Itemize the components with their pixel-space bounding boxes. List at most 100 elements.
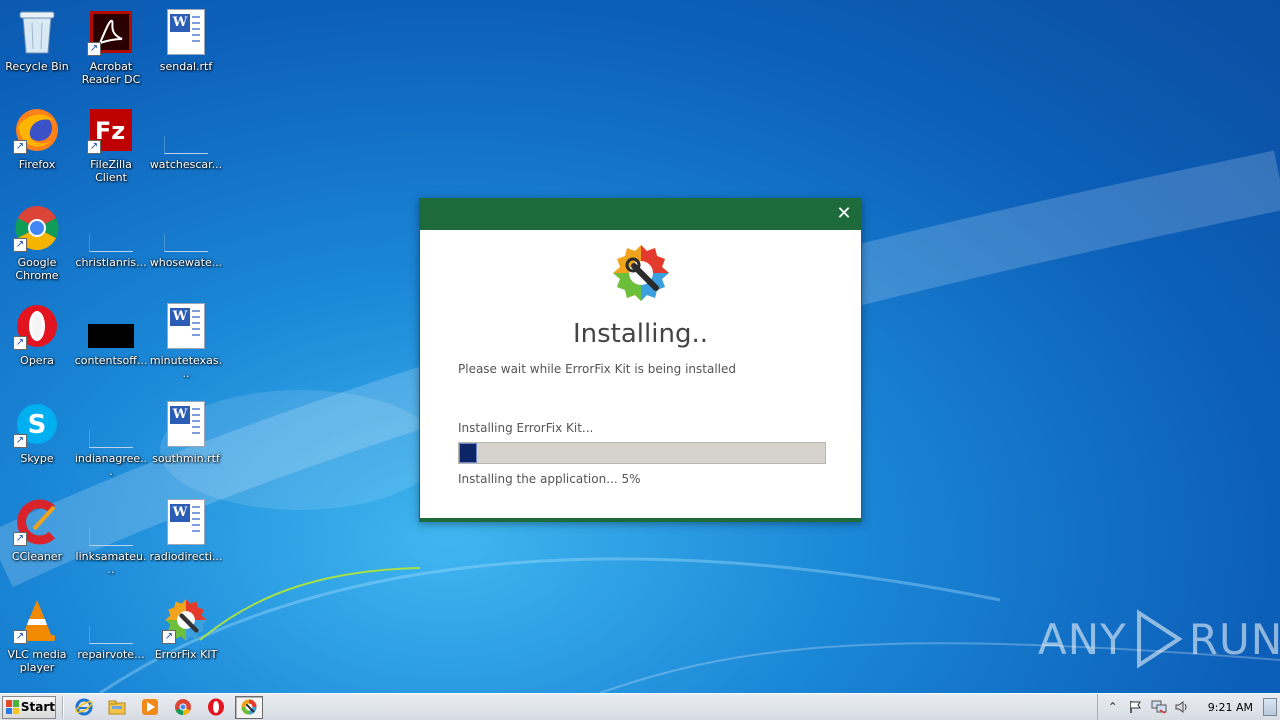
word-document-icon: W xyxy=(162,302,210,350)
taskbar: Start ⌃ 9:21 AM xyxy=(0,693,1280,720)
taskbar-opera-button[interactable] xyxy=(202,696,230,719)
blank-file-icon xyxy=(87,498,135,546)
media-player-icon xyxy=(142,699,158,715)
desktop-icon-sendal[interactable]: W sendal.rtf xyxy=(149,4,223,98)
desktop-icon-label: whosewate... xyxy=(149,256,223,269)
ccleaner-icon: ↗ xyxy=(13,498,61,546)
desktop-icon-label: Google Chrome xyxy=(15,256,59,282)
desktop-icon-label: Acrobat Reader DC xyxy=(81,60,141,86)
desktop-icon-label: Opera xyxy=(20,354,54,367)
desktop-icon-ccleaner[interactable]: ↗ CCleaner xyxy=(0,494,74,588)
desktop-icon-label: watchescar... xyxy=(149,158,223,171)
desktop-icon-label: christianris... xyxy=(75,256,147,269)
desktop-icon-linksamateu[interactable]: linksamateu... xyxy=(74,494,148,588)
desktop-icon-whosewate[interactable]: whosewate... xyxy=(149,200,223,294)
watermark-right: RUN xyxy=(1188,614,1280,664)
desktop-icon-firefox[interactable]: ↗ Firefox xyxy=(0,102,74,196)
shortcut-arrow-icon: ↗ xyxy=(13,630,27,644)
taskbar-separator xyxy=(62,696,64,718)
svg-text:S: S xyxy=(28,410,47,440)
recycle-bin-icon xyxy=(13,8,61,56)
dialog-titlebar[interactable]: ✕ xyxy=(420,199,861,230)
desktop-icon-label: FileZilla Client xyxy=(90,158,132,184)
desktop-icon-chrome[interactable]: ↗ Google Chrome xyxy=(0,200,74,294)
errorfix-gear-icon: ↗ xyxy=(162,596,210,644)
desktop-icon-skype[interactable]: S ↗ Skype xyxy=(0,396,74,490)
desktop-icon-watchescar[interactable]: watchescar... xyxy=(149,102,223,196)
windows-logo-icon xyxy=(6,700,19,714)
blank-file-icon xyxy=(87,400,135,448)
taskbar-errorfix-button[interactable] xyxy=(235,695,263,719)
chrome-icon xyxy=(175,699,191,716)
errorfix-logo-icon xyxy=(610,242,672,304)
desktop-icon-label: repairvote... xyxy=(77,648,145,661)
desktop-icon-label: Recycle Bin xyxy=(5,60,69,73)
word-document-icon: W xyxy=(162,498,210,546)
install-step-label: Installing ErrorFix Kit... xyxy=(458,421,594,435)
desktop-icon-errorfix[interactable]: ↗ ErrorFix KIT xyxy=(149,592,223,686)
acrobat-icon: ↗ xyxy=(87,8,135,56)
dialog-bottom-border xyxy=(420,518,861,521)
taskbar-explorer-button[interactable] xyxy=(103,696,131,719)
desktop-icon-southmin[interactable]: W southmin.rtf xyxy=(149,396,223,490)
close-button[interactable]: ✕ xyxy=(835,205,853,223)
shortcut-arrow-icon: ↗ xyxy=(13,238,27,252)
installer-heading: Installing.. xyxy=(572,319,708,349)
desktop-icon-label: minutetexas... xyxy=(149,354,223,380)
action-center-flag-icon[interactable] xyxy=(1127,698,1145,716)
blank-file-icon xyxy=(162,106,210,154)
desktop-icon-christianris[interactable]: christianris... xyxy=(74,200,148,294)
filezilla-icon: Fz ↗ xyxy=(87,106,135,154)
ie-icon xyxy=(75,698,93,716)
taskbar-ie-button[interactable] xyxy=(70,696,98,719)
taskbar-clock[interactable]: 9:21 AM xyxy=(1208,701,1253,714)
desktop-icon-indianagree[interactable]: indianagree... xyxy=(74,396,148,490)
desktop-icon-label: Firefox xyxy=(18,158,56,171)
anyrun-watermark: ANY RUN xyxy=(1038,608,1280,670)
blank-file-icon xyxy=(162,204,210,252)
volume-icon[interactable] xyxy=(1173,698,1191,716)
desktop-icon-contentsoff[interactable]: contentsoff... xyxy=(74,298,148,392)
install-status-text: Installing the application... 5% xyxy=(458,472,641,486)
vlc-icon: ↗ xyxy=(13,596,61,644)
opera-icon: ↗ xyxy=(13,302,61,350)
desktop-icon-label: southmin.rtf xyxy=(152,452,220,465)
opera-icon xyxy=(208,698,224,716)
desktop-icon-repairvote[interactable]: repairvote... xyxy=(74,592,148,686)
shortcut-arrow-icon: ↗ xyxy=(13,434,27,448)
explorer-icon xyxy=(108,700,126,715)
word-document-icon: W xyxy=(162,8,210,56)
shortcut-arrow-icon: ↗ xyxy=(87,140,101,154)
show-desktop-button[interactable] xyxy=(1263,698,1277,716)
shortcut-arrow-icon: ↗ xyxy=(162,630,176,644)
desktop-icon-label: ErrorFix KIT xyxy=(154,648,218,661)
system-tray: ⌃ 9:21 AM xyxy=(1096,694,1280,720)
desktop-icon-label: sendal.rtf xyxy=(159,60,213,73)
blank-file-icon xyxy=(87,596,135,644)
desktop-icon-label: CCleaner xyxy=(11,550,63,563)
desktop-icon-minutetexas[interactable]: W minutetexas... xyxy=(149,298,223,392)
desktop-icon-label: Skype xyxy=(20,452,54,465)
install-progress-bar xyxy=(458,442,826,464)
network-icon[interactable] xyxy=(1150,698,1168,716)
word-document-icon: W xyxy=(162,400,210,448)
firefox-icon: ↗ xyxy=(13,106,61,154)
taskbar-media-player-button[interactable] xyxy=(136,696,164,719)
show-hidden-icons-button[interactable]: ⌃ xyxy=(1104,698,1122,716)
shortcut-arrow-icon: ↗ xyxy=(13,336,27,350)
shortcut-arrow-icon: ↗ xyxy=(87,42,101,56)
chrome-icon: ↗ xyxy=(13,204,61,252)
start-button[interactable]: Start xyxy=(2,695,56,719)
taskbar-chrome-button[interactable] xyxy=(169,696,197,719)
desktop-icon-vlc[interactable]: ↗ VLC media player xyxy=(0,592,74,686)
installer-dialog: ✕ Installing.. Please wait while ErrorFi… xyxy=(419,198,862,522)
start-label: Start xyxy=(20,700,55,714)
shortcut-arrow-icon: ↗ xyxy=(13,140,27,154)
desktop-icon-filezilla[interactable]: Fz ↗ FileZilla Client xyxy=(74,102,148,196)
progress-fill xyxy=(459,443,478,463)
desktop-icon-radiodirecti[interactable]: W radiodirecti... xyxy=(149,494,223,588)
desktop-icon-recycle-bin[interactable]: Recycle Bin xyxy=(0,4,74,98)
desktop-icon-acrobat[interactable]: ↗ Acrobat Reader DC xyxy=(74,4,148,98)
blank-file-icon xyxy=(87,204,135,252)
desktop-icon-opera[interactable]: ↗ Opera xyxy=(0,298,74,392)
